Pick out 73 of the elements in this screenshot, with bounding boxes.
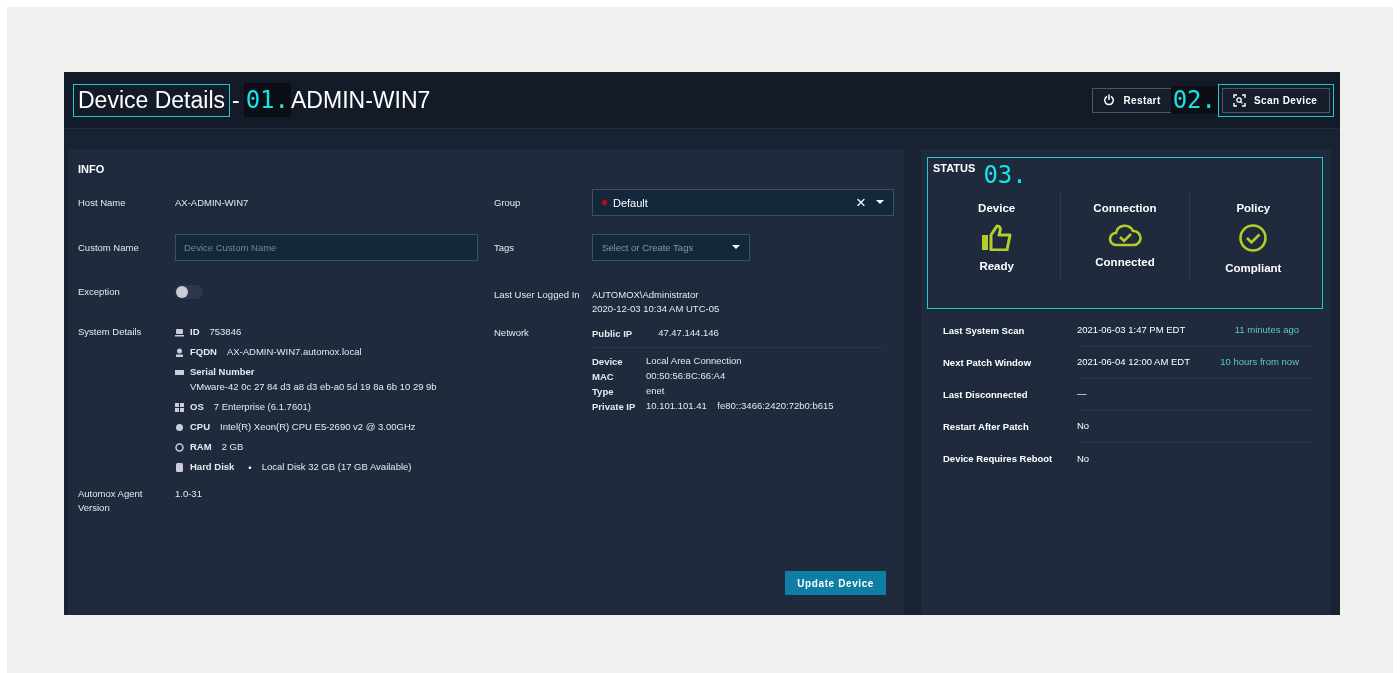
status-row-label: Device Requires Reboot [943, 452, 1054, 464]
status-label: Device [978, 202, 1016, 214]
field-value: 1.0-31 [175, 487, 202, 501]
relative-time: 11 minutes ago [1234, 324, 1299, 335]
status-row-value: 2021-06-04 12:00 AM EDT [1077, 356, 1190, 367]
annotation-label: 01. [243, 83, 292, 117]
status-row-label: Restart After Patch [943, 420, 1030, 432]
field-label: Tags [494, 240, 516, 255]
network-label: Public IP [592, 327, 633, 341]
update-button[interactable]: Update Device [785, 571, 886, 595]
tags-select[interactable]: Select or Create Tags [592, 234, 750, 261]
status-row-value: 2021-06-03 1:47 PM EDT [1077, 324, 1186, 335]
action-button[interactable]: Restart [1092, 87, 1171, 113]
detail-value: 2 GB [221, 440, 244, 454]
status-label: Connection [1093, 202, 1157, 214]
group-select[interactable]: Default × [592, 189, 894, 216]
page-title: Device Details [73, 83, 230, 117]
field-label: System Details [78, 325, 143, 339]
section-title: STATUS [933, 162, 976, 174]
detail-label: RAM [190, 440, 212, 454]
action-button[interactable]: Scan Device [1222, 87, 1330, 113]
detail-value: 7 Enterprise (6.1.7601) [213, 400, 311, 414]
network-label: Type [592, 385, 615, 399]
detail-label: Serial Number [190, 365, 255, 379]
network-value: 00:50:56:8C:66:A4 [646, 369, 727, 383]
field-value: 2020-12-03 10:34 AM UTC-05 [592, 302, 720, 316]
field-value: AUTOMOX\Administrator [592, 288, 700, 302]
detail-label: Hard Disk [190, 460, 235, 474]
detail-value: 753846 [209, 325, 242, 339]
annotation-label: 02. [1170, 86, 1218, 114]
network-label: Device [592, 355, 624, 369]
detail-label: OS [190, 400, 204, 414]
status-value: Ready [979, 260, 1014, 272]
status-row-label: Last Disconnected [943, 388, 1029, 400]
field-value: AX-ADMIN-WIN7 [175, 195, 249, 210]
status-value: Compliant [1225, 262, 1282, 274]
relative-time: 10 hours from now [1220, 356, 1299, 367]
section-title: INFO [78, 163, 106, 175]
status-row-value: — [1077, 388, 1087, 399]
detail-value: Local Disk 32 GB (17 GB Available) [261, 460, 412, 474]
detail-value: VMware-42 0c 27 84 d3 a8 d3 eb-a0 5d 19 8a 6b 10 29 9b [190, 380, 437, 394]
detail-label: CPU [190, 420, 211, 434]
status-row-label: Last System Scan [943, 324, 1026, 336]
select-value: Default [613, 196, 649, 209]
detail-value: Intel(R) Xeon(R) CPU E5-2690 v2 @ 3.00GHz [220, 420, 416, 434]
status-row-value: No [1077, 452, 1090, 464]
field-label: Automox Agent Version [78, 487, 144, 515]
network-label: Private IP [592, 400, 637, 414]
device-name: ADMIN-WIN7 [291, 86, 431, 114]
status-row-value: No [1077, 420, 1090, 431]
field-label: Network [494, 326, 530, 340]
status-row-label: Next Patch Window [943, 356, 1033, 368]
status-value: Connected [1095, 256, 1155, 268]
network-value: 10.101.101.41 fe80::3466:2420:72b0:b615 [646, 399, 835, 413]
network-value: 47.47.144.146 [658, 326, 719, 340]
detail-label: FQDN [190, 345, 217, 359]
field-label: Exception [78, 285, 121, 299]
network-value: enet [646, 384, 666, 398]
field-label: Host Name [78, 195, 127, 210]
input-field[interactable]: Device Custom Name [175, 234, 478, 261]
select-placeholder: Select or Create Tags [602, 242, 695, 253]
title-separator: - [232, 86, 240, 114]
detail-label: ID [190, 325, 200, 339]
detail-value: AX-ADMIN-WIN7.automox.local [226, 345, 362, 359]
bullet: • [248, 461, 252, 473]
annotation-label: 03. [982, 162, 1028, 188]
network-label: MAC [592, 370, 615, 384]
status-label: Policy [1236, 202, 1271, 214]
field-label: Group [494, 195, 522, 210]
field-label: Last User Logged In [494, 288, 581, 302]
clear-button[interactable]: × [856, 194, 866, 211]
field-label: Custom Name [78, 240, 140, 255]
network-value: Local Area Connection [646, 354, 743, 368]
